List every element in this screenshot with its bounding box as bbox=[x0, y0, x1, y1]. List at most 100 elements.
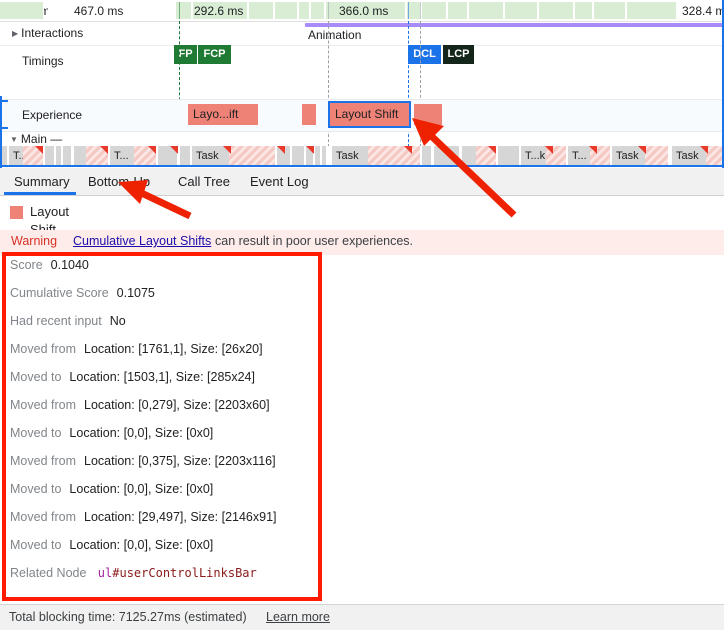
frame-cell[interactable] bbox=[275, 2, 298, 19]
frame-cell[interactable] bbox=[575, 2, 593, 19]
related-node-tag: ul bbox=[97, 566, 113, 580]
detail-row-related-node: Related Node ul#userControlLinksBar bbox=[10, 566, 320, 594]
learn-more-link[interactable]: Learn more bbox=[266, 610, 330, 624]
detail-key: Moved from bbox=[10, 510, 76, 524]
detail-key: Moved from bbox=[10, 454, 76, 468]
detail-key: Score bbox=[10, 258, 43, 272]
timings-track[interactable]: Timings bbox=[0, 45, 724, 99]
warning-corner-icon bbox=[589, 146, 597, 154]
frame-cell[interactable] bbox=[0, 2, 44, 19]
detail-key: Moved to bbox=[10, 482, 62, 496]
detail-row: Moved to Location: [0,0], Size: [0x0] bbox=[10, 426, 320, 454]
timing-marker-fp[interactable]: FP bbox=[174, 45, 197, 64]
timings-track-label: Timings bbox=[22, 54, 64, 68]
warning-corner-icon bbox=[488, 146, 496, 154]
detail-key: Moved to bbox=[10, 426, 62, 440]
warning-corner-icon bbox=[700, 146, 708, 154]
total-blocking-time: Total blocking time: 7125.27ms (estimate… bbox=[9, 610, 247, 624]
task-block[interactable] bbox=[434, 146, 460, 166]
warning-message: can result in poor user experiences. bbox=[215, 234, 414, 248]
related-node-id: #userControlLinksBar bbox=[112, 566, 257, 580]
tab-call-tree[interactable]: Call Tree bbox=[168, 168, 240, 195]
animation-label: Animation bbox=[308, 28, 362, 42]
detail-value: Location: [0,0], Size: [0x0] bbox=[69, 426, 214, 440]
detail-row: Moved from Location: [1761,1], Size: [26x… bbox=[10, 342, 320, 370]
layout-shift-event-label: Layo...ift bbox=[193, 107, 239, 121]
detail-key: Moved from bbox=[10, 398, 76, 412]
task-block[interactable] bbox=[292, 146, 305, 166]
task-block[interactable] bbox=[63, 146, 72, 166]
warning-corner-icon bbox=[148, 146, 156, 154]
detail-value: 0.1040 bbox=[50, 258, 89, 272]
frame-cell[interactable] bbox=[539, 2, 574, 19]
timing-marker-fcp[interactable]: FCP bbox=[198, 45, 231, 64]
frame-cell[interactable] bbox=[422, 2, 447, 19]
frame-cell[interactable] bbox=[469, 2, 504, 19]
frame-cell[interactable] bbox=[627, 2, 677, 19]
details-tab-bar[interactable]: Summary Bottom-Up Call Tree Event Log bbox=[0, 168, 724, 196]
detail-key: Related Node bbox=[10, 566, 87, 580]
selection-window-left-edge[interactable] bbox=[0, 96, 2, 168]
layout-shift-event[interactable]: Layo...ift bbox=[188, 104, 258, 125]
detail-row: Score 0.1040 bbox=[10, 258, 320, 286]
main-track-label: ▼ Main — bbox=[10, 133, 62, 145]
detail-value: Location: [29,497], Size: [2146x91] bbox=[84, 510, 277, 524]
warning-corner-icon bbox=[170, 146, 178, 154]
detail-value: Location: [0,375], Size: [2203x116] bbox=[84, 454, 276, 468]
timing-marker-dcl[interactable]: DCL bbox=[408, 45, 441, 64]
frame-cell[interactable] bbox=[407, 2, 421, 19]
task-block[interactable] bbox=[322, 146, 327, 166]
tab-summary[interactable]: Summary bbox=[4, 168, 80, 195]
task-block[interactable] bbox=[180, 146, 191, 166]
layout-shift-event[interactable] bbox=[414, 104, 442, 125]
layout-shift-event[interactable] bbox=[302, 104, 316, 125]
chevron-down-icon[interactable]: ▼ bbox=[10, 136, 18, 144]
detail-value: Location: [1761,1], Size: [26x20] bbox=[84, 342, 263, 356]
experience-track-label: Experience bbox=[22, 108, 83, 122]
devtools-performance-panel: Frames 467.0 ms 292.6 ms 366.0 ms 328.4 … bbox=[0, 0, 724, 630]
tab-bottom-up[interactable]: Bottom-Up bbox=[78, 168, 160, 195]
warning-corner-icon bbox=[223, 146, 231, 154]
cumulative-layout-shifts-link[interactable]: Cumulative Layout Shifts bbox=[73, 234, 211, 248]
detail-row: Moved from Location: [29,497], Size: [214… bbox=[10, 510, 320, 538]
tab-active-indicator bbox=[4, 192, 76, 195]
task-block[interactable] bbox=[315, 146, 321, 166]
frame-cell[interactable] bbox=[249, 2, 274, 19]
detail-value: Location: [0,0], Size: [0x0] bbox=[69, 482, 214, 496]
selection-window-bottom-edge bbox=[0, 165, 724, 167]
detail-key: Moved from bbox=[10, 342, 76, 356]
main-task-strip[interactable]: T... T... Task Task T...k T... Task Task bbox=[0, 146, 724, 166]
detail-value: 0.1075 bbox=[116, 286, 155, 300]
timing-marker-lcp[interactable]: LCP bbox=[443, 45, 474, 64]
warning-corner-icon bbox=[35, 146, 43, 154]
frame-cell[interactable] bbox=[594, 2, 626, 19]
detail-value: Location: [0,0], Size: [0x0] bbox=[69, 538, 214, 552]
task-block[interactable] bbox=[422, 146, 432, 166]
frame-divider bbox=[328, 2, 329, 19]
detail-key: Had recent input bbox=[10, 314, 102, 328]
task-hatch bbox=[645, 146, 668, 166]
frame-cell[interactable] bbox=[299, 2, 310, 19]
frame-cell[interactable] bbox=[311, 2, 325, 19]
frame-cell[interactable] bbox=[505, 2, 538, 19]
layout-shift-event-selected[interactable]: Layout Shift bbox=[328, 101, 411, 128]
frame-divider bbox=[420, 2, 421, 19]
warning-banner: Warning Cumulative Layout Shifts can res… bbox=[0, 230, 724, 255]
related-node-value[interactable]: ul#userControlLinksBar bbox=[98, 566, 257, 580]
main-track[interactable]: ▼ Main — bbox=[0, 130, 724, 147]
timeline-overview[interactable]: Frames 467.0 ms 292.6 ms 366.0 ms 328.4 … bbox=[0, 0, 724, 168]
task-block[interactable] bbox=[45, 146, 55, 166]
layout-shift-swatch-icon bbox=[10, 206, 23, 219]
detail-value: Location: [0,279], Size: [2203x60] bbox=[84, 398, 270, 412]
frames-track[interactable]: Frames 467.0 ms 292.6 ms 366.0 ms 328.4 … bbox=[0, 0, 724, 22]
interactions-track[interactable]: ▶ Interactions Animation bbox=[0, 21, 724, 46]
task-block[interactable] bbox=[56, 146, 62, 166]
warning-label: Warning bbox=[11, 234, 58, 248]
chevron-right-icon[interactable]: ▶ bbox=[12, 30, 18, 38]
task-block[interactable] bbox=[498, 146, 520, 166]
detail-key: Cumulative Score bbox=[10, 286, 109, 300]
frame-duration-0: 467.0 ms bbox=[74, 4, 124, 18]
tab-event-log[interactable]: Event Log bbox=[240, 168, 319, 195]
animation-bar[interactable] bbox=[305, 23, 724, 27]
frame-cell[interactable] bbox=[448, 2, 468, 19]
